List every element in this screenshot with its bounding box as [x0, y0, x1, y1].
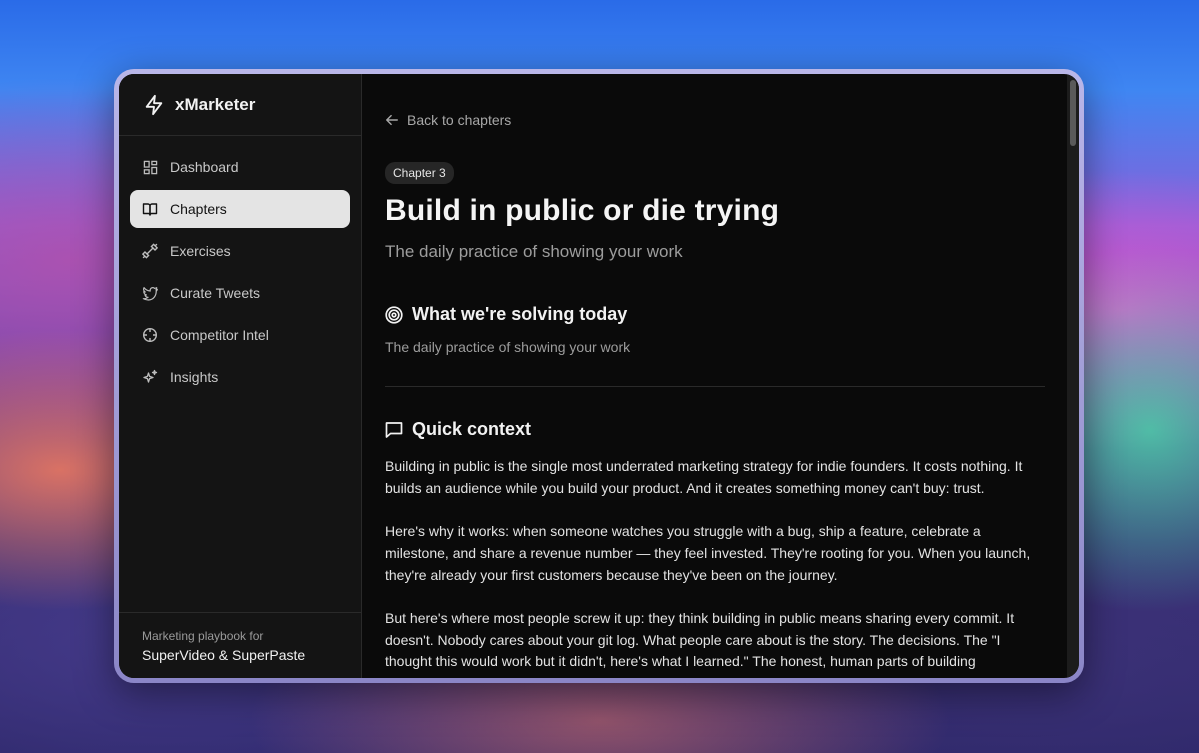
scrollbar[interactable] — [1067, 74, 1079, 678]
page-title: Build in public or die trying — [385, 194, 780, 227]
lightning-icon — [143, 94, 165, 116]
chapter-badge: Chapter 3 — [385, 162, 454, 184]
app-window-frame: xMarketer Dashboard Chapters Exercises C… — [114, 69, 1084, 683]
sidebar-item-label: Competitor Intel — [170, 327, 269, 343]
book-icon — [142, 201, 158, 217]
dashboard-icon — [142, 159, 158, 175]
context-paragraph: Building in public is the single most un… — [385, 458, 1023, 496]
sidebar: xMarketer Dashboard Chapters Exercises C… — [119, 74, 362, 678]
sparkles-icon — [142, 369, 158, 385]
app-window: xMarketer Dashboard Chapters Exercises C… — [119, 74, 1079, 678]
sidebar-item-exercises[interactable]: Exercises — [130, 232, 350, 270]
solving-heading: What we're solving today — [412, 304, 628, 324]
sidebar-item-label: Exercises — [170, 243, 231, 259]
context-heading: Quick context — [412, 419, 532, 439]
chapter-content: Back to chapters Chapter 3 Build in publ… — [362, 74, 1045, 678]
footer-caption: Marketing playbook for — [142, 629, 264, 643]
target-icon — [385, 305, 403, 324]
sidebar-item-label: Chapters — [170, 201, 227, 217]
back-to-chapters-link[interactable]: Back to chapters — [385, 112, 511, 128]
sidebar-item-label: Dashboard — [170, 159, 239, 175]
sidebar-item-dashboard[interactable]: Dashboard — [130, 148, 350, 186]
solving-section-header: What we're solving today — [385, 304, 1045, 325]
sidebar-item-curate-tweets[interactable]: Curate Tweets — [130, 274, 350, 312]
section-divider — [385, 386, 1045, 387]
sidebar-nav: Dashboard Chapters Exercises Curate Twee… — [119, 136, 361, 396]
crosshair-icon — [142, 327, 158, 343]
solving-text: The daily practice of showing your work — [385, 339, 631, 355]
context-paragraph: Here's why it works: when someone watche… — [385, 523, 1031, 583]
sidebar-item-label: Insights — [170, 369, 219, 385]
page-subtitle: The daily practice of showing your work — [385, 242, 683, 261]
main-content: Back to chapters Chapter 3 Build in publ… — [362, 74, 1079, 678]
dumbbell-icon — [142, 243, 158, 259]
brand[interactable]: xMarketer — [119, 74, 361, 136]
sidebar-item-label: Curate Tweets — [170, 285, 261, 301]
context-paragraph: But here's where most people screw it up… — [385, 609, 1015, 678]
twitter-icon — [142, 285, 158, 301]
sidebar-item-competitor-intel[interactable]: Competitor Intel — [130, 316, 350, 354]
message-square-icon — [385, 421, 403, 439]
footer-product-name: SuperVideo & SuperPaste — [142, 647, 306, 663]
sidebar-item-insights[interactable]: Insights — [130, 358, 350, 396]
sidebar-item-chapters[interactable]: Chapters — [130, 190, 350, 228]
sidebar-footer: Marketing playbook for SuperVideo & Supe… — [119, 612, 361, 678]
arrow-left-icon — [385, 113, 399, 127]
scrollbar-thumb[interactable] — [1070, 80, 1076, 146]
app-name: xMarketer — [175, 94, 256, 114]
back-link-label: Back to chapters — [407, 112, 512, 128]
context-section-header: Quick context — [385, 419, 1045, 440]
